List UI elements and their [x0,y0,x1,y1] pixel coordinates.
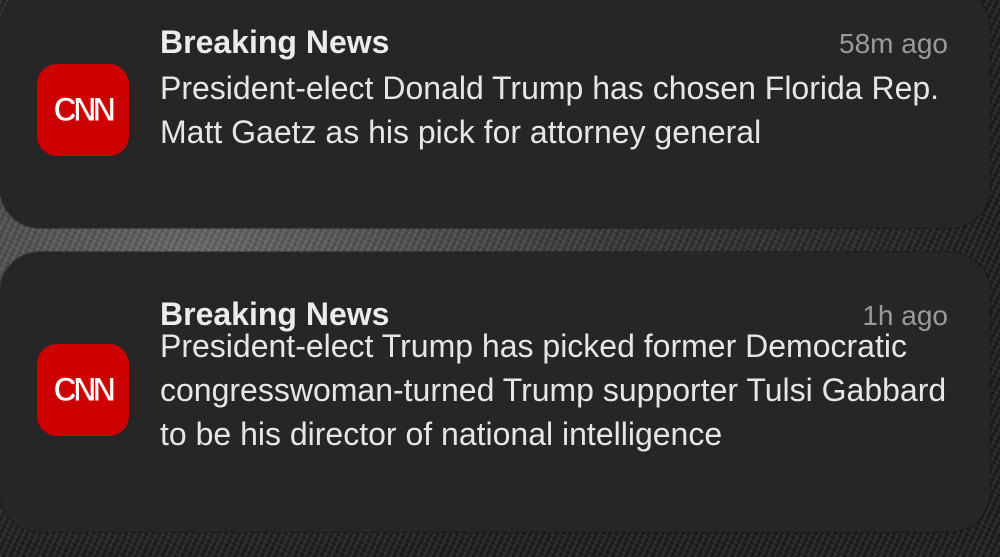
notification-timestamp: 58m ago [839,28,948,59]
notification-body: President-elect Donald Trump has chosen … [160,70,940,150]
notification-body: President-elect Trump has picked former … [160,328,947,452]
cnn-logo-icon: CNN [37,64,129,156]
notification-title: Breaking News [160,24,390,60]
notification-card[interactable]: CNN Breaking News 58m ago President-elec… [0,0,990,228]
cnn-logo-icon: CNN [37,344,129,436]
cnn-logo-text: CNN [53,90,116,129]
cnn-logo-text: CNN [53,370,116,409]
notification-card[interactable]: CNN Breaking News 1h ago President-elect… [0,252,990,532]
